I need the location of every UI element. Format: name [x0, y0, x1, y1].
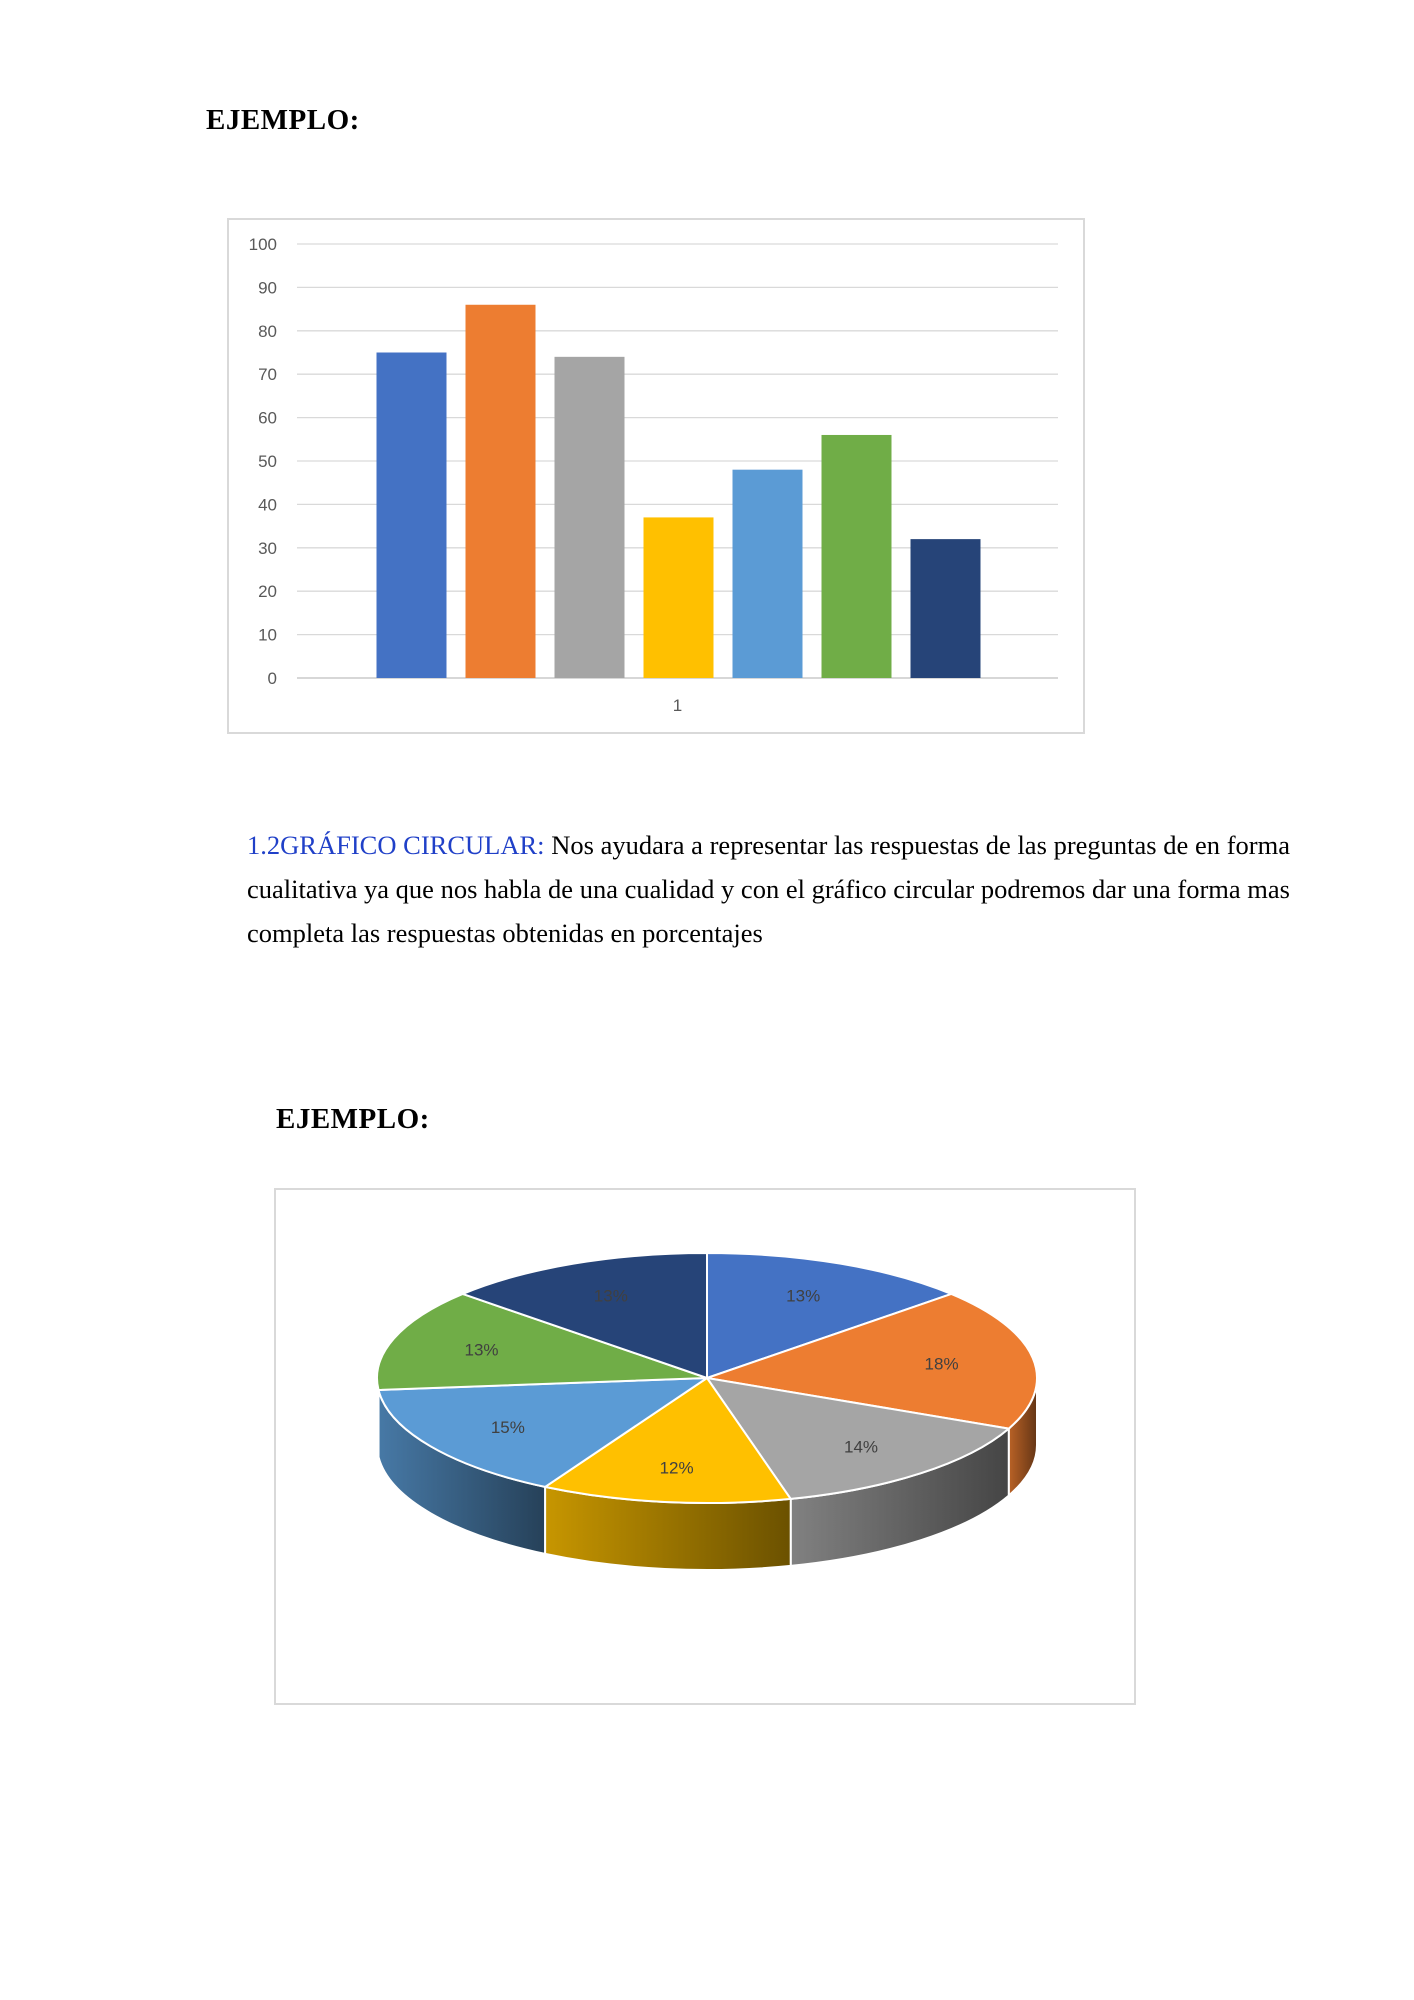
- bar: [554, 356, 625, 678]
- bar: [465, 304, 536, 678]
- y-tick-label: 0: [268, 669, 277, 688]
- x-tick-label: 1: [673, 696, 682, 715]
- pie-slice-label: 14%: [844, 1438, 878, 1457]
- pie-chart-canvas: 13% 18% 14% 12% 15% 13% 13%: [376, 1251, 1038, 1571]
- y-tick-label: 50: [258, 452, 277, 471]
- y-tick-label: 20: [258, 582, 277, 601]
- bar: [910, 539, 981, 678]
- pie-slice-label: 13%: [786, 1287, 820, 1306]
- bar: [821, 434, 892, 678]
- example-heading-bar: EJEMPLO:: [206, 104, 360, 136]
- y-tick-label: 90: [258, 278, 277, 297]
- bar: [732, 469, 803, 678]
- example-heading-pie: EJEMPLO:: [276, 1103, 430, 1135]
- bar: [643, 517, 714, 678]
- y-tick-label: 70: [258, 365, 277, 384]
- y-tick-label: 60: [258, 409, 277, 428]
- pie-slice-label: 13%: [594, 1287, 628, 1306]
- bar-chart: 0 10 20 30 40 50 60 70 80 90 100 1: [227, 218, 1085, 734]
- bar: [376, 352, 447, 678]
- section-title: 1.2GRÁFICO CIRCULAR:: [247, 830, 545, 860]
- pie-slice-label: 12%: [660, 1458, 694, 1477]
- y-tick-label: 80: [258, 322, 277, 341]
- pie-slice-label: 15%: [491, 1418, 525, 1437]
- pie-slice-label: 18%: [925, 1355, 959, 1374]
- bar-chart-canvas: 0 10 20 30 40 50 60 70 80 90 100 1: [249, 235, 1058, 715]
- section-paragraph: 1.2GRÁFICO CIRCULAR: Nos ayudara a repre…: [247, 823, 1290, 955]
- y-tick-label: 40: [258, 495, 277, 514]
- y-tick-label: 30: [258, 539, 277, 558]
- y-tick-label: 10: [258, 626, 277, 645]
- pie-chart: 13% 18% 14% 12% 15% 13% 13%: [274, 1188, 1136, 1705]
- pie-slice-label: 13%: [464, 1341, 498, 1360]
- y-tick-label: 100: [249, 235, 277, 254]
